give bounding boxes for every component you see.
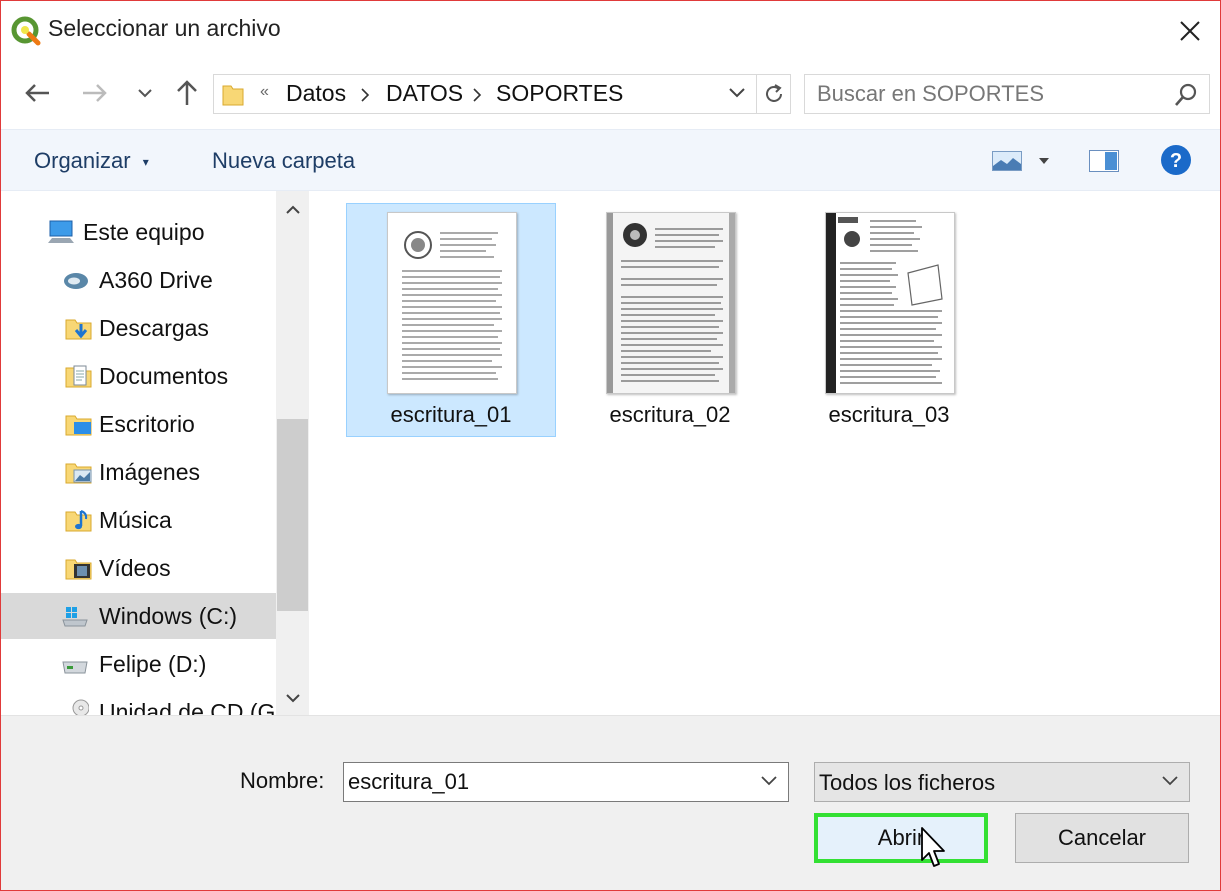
sidebar-item-unidad-cd[interactable]: Unidad de CD (G	[1, 689, 276, 715]
file-name: escritura_02	[609, 402, 731, 427]
breadcrumb-soportes[interactable]: SOPORTES	[496, 80, 623, 107]
qgis-logo-icon	[11, 16, 41, 46]
windows-drive-icon	[62, 607, 88, 627]
preview-pane-icon[interactable]	[1089, 150, 1119, 172]
breadcrumb-overflow[interactable]: «	[260, 83, 269, 101]
downloads-folder-icon	[65, 319, 92, 340]
file-type-value: Todos los ficheros	[819, 770, 996, 795]
search-box[interactable]	[804, 74, 1210, 114]
recent-locations-chevron-icon[interactable]	[129, 77, 161, 109]
breadcrumb-datos-upper[interactable]: DATOS	[386, 80, 463, 107]
search-input[interactable]	[805, 75, 1177, 113]
sidebar-item-label: Música	[99, 507, 172, 533]
breadcrumb-datos[interactable]: Datos	[286, 80, 346, 107]
dropdown-arrow-icon: ▾	[142, 155, 149, 170]
sidebar-item-windows-c[interactable]: Windows (C:)	[1, 593, 276, 639]
file-open-dialog: Seleccionar un archivo « Datos DATOS SOP…	[0, 0, 1221, 891]
filename-label: Nombre:	[240, 768, 325, 793]
refresh-icon	[765, 84, 782, 102]
view-options-icon[interactable]	[992, 151, 1022, 171]
dialog-title: Seleccionar un archivo	[48, 15, 281, 41]
sidebar-item-label: Imágenes	[99, 459, 201, 485]
pictures-folder-icon	[65, 463, 92, 484]
file-list: escritura_01 escritura_02 escritura_03	[313, 191, 1220, 715]
file-item-escritura-01[interactable]: escritura_01	[346, 203, 556, 437]
address-dropdown-chevron-icon[interactable]	[728, 87, 746, 99]
videos-folder-icon	[65, 559, 92, 580]
sidebar-item-label: A360 Drive	[99, 267, 213, 293]
sidebar-item-label: Documentos	[99, 363, 229, 389]
file-item-escritura-03[interactable]: escritura_03	[784, 203, 994, 437]
file-type-chevron-icon	[1162, 776, 1178, 786]
sidebar-item-label: Vídeos	[99, 555, 171, 581]
sidebar-item-felipe-d[interactable]: Felipe (D:)	[1, 641, 276, 687]
help-icon[interactable]: ?	[1160, 144, 1192, 176]
file-type-select[interactable]: Todos los ficheros	[814, 762, 1190, 802]
file-name: escritura_03	[828, 402, 950, 427]
back-arrow-icon[interactable]	[21, 77, 53, 109]
dialog-footer: Nombre: Todos los ficheros Abrir Cancela…	[1, 715, 1220, 890]
cloud-drive-icon	[64, 273, 88, 289]
search-icon[interactable]	[1173, 82, 1199, 108]
sidebar-item-documentos[interactable]: Documentos	[1, 353, 276, 399]
close-icon[interactable]	[1172, 13, 1208, 49]
document-thumbnail	[606, 212, 736, 394]
sidebar-item-musica[interactable]: Música	[1, 497, 276, 543]
sidebar-item-este-equipo[interactable]: Este equipo	[1, 209, 276, 255]
cd-drive-icon	[72, 699, 89, 715]
up-arrow-icon[interactable]	[171, 77, 203, 109]
open-button[interactable]: Abrir	[814, 813, 988, 863]
sidebar-item-label: Escritorio	[99, 411, 195, 437]
scrollbar-thumb[interactable]	[277, 419, 308, 611]
sidebar-item-videos[interactable]: Vídeos	[1, 545, 276, 591]
sidebar-item-imagenes[interactable]: Imágenes	[1, 449, 276, 495]
sidebar-scrollbar[interactable]	[276, 191, 309, 715]
document-thumbnail	[825, 212, 955, 394]
svg-text:?: ?	[1170, 150, 1182, 172]
filename-combobox[interactable]	[343, 762, 789, 802]
organize-label: Organizar	[34, 148, 131, 173]
document-thumbnail	[387, 212, 517, 394]
sidebar-item-label: Felipe (D:)	[99, 651, 207, 677]
sidebar-item-label: Unidad de CD (G	[99, 699, 276, 715]
sidebar-item-descargas[interactable]: Descargas	[1, 305, 276, 351]
sidebar-item-label: Este equipo	[83, 219, 205, 245]
address-bar[interactable]: « Datos DATOS SOPORTES	[213, 74, 757, 114]
refresh-button[interactable]	[757, 74, 791, 114]
view-dropdown-icon[interactable]	[1039, 158, 1049, 164]
drive-icon	[62, 661, 88, 674]
organize-menu[interactable]: Organizar ▾	[34, 148, 149, 174]
forward-arrow-icon[interactable]	[79, 77, 111, 109]
desktop-folder-icon	[65, 415, 92, 436]
file-item-escritura-02[interactable]: escritura_02	[565, 203, 775, 437]
sidebar-item-label: Windows (C:)	[99, 603, 238, 629]
folder-icon	[222, 85, 244, 106]
filename-dropdown-chevron-icon[interactable]	[760, 775, 778, 787]
scroll-down-icon[interactable]	[284, 689, 302, 707]
music-folder-icon	[65, 510, 92, 532]
breadcrumb-separator-icon[interactable]	[360, 88, 370, 102]
computer-icon	[48, 220, 74, 243]
breadcrumb-separator-icon[interactable]	[472, 88, 482, 102]
sidebar-item-label: Descargas	[99, 315, 209, 341]
scroll-up-icon[interactable]	[284, 201, 302, 219]
filename-input[interactable]	[344, 763, 748, 801]
sidebar-item-a360-drive[interactable]: A360 Drive	[1, 257, 276, 303]
navigation-pane: Este equipo A360 Drive Descargas Documen…	[1, 191, 309, 715]
sidebar-item-escritorio[interactable]: Escritorio	[1, 401, 276, 447]
command-bar: Organizar ▾ Nueva carpeta ?	[1, 129, 1220, 191]
title-bar: Seleccionar un archivo	[1, 1, 1220, 61]
new-folder-button[interactable]: Nueva carpeta	[212, 148, 355, 174]
file-name: escritura_01	[390, 402, 512, 427]
cancel-button[interactable]: Cancelar	[1015, 813, 1189, 863]
documents-folder-icon	[65, 365, 92, 388]
